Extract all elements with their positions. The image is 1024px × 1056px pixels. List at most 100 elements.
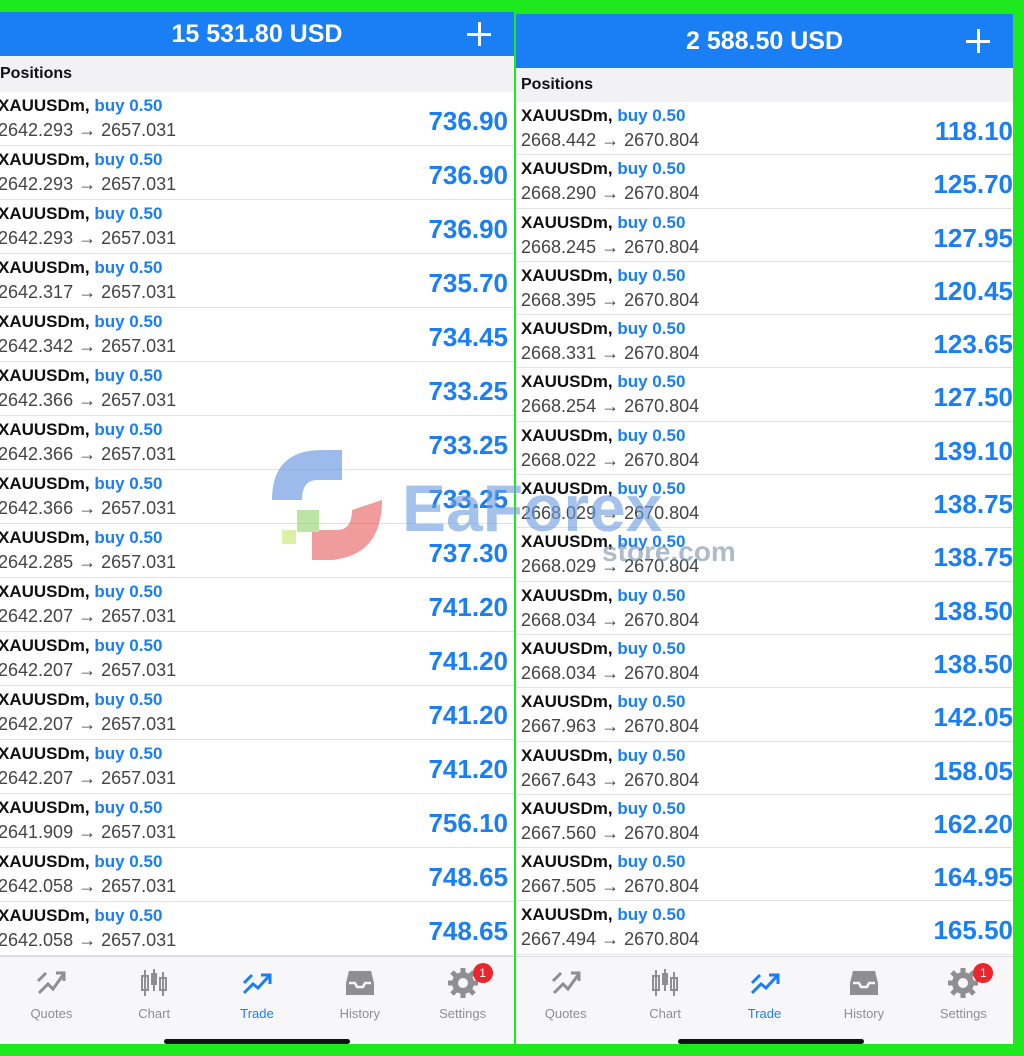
position-symbol: XAUUSDm <box>0 852 85 871</box>
position-prices: 2667.505 → 2670.804 <box>521 876 700 897</box>
position-direction: buy 0.50 <box>617 798 686 818</box>
position-row[interactable]: XAUUSDm, buy 0.50 2667.494 → 2670.804 165.… <box>516 901 1013 955</box>
position-title: XAUUSDm, buy 0.50 <box>521 852 685 872</box>
separator: , <box>607 212 618 232</box>
position-title: XAUUSDm, buy 0.50 <box>0 96 162 116</box>
position-row[interactable]: XAUUSDm, buy 0.50 2642.207 → 2657.031 741.… <box>0 578 514 632</box>
position-row[interactable]: XAUUSDm, buy 0.50 2668.029 → 2670.804 138.… <box>516 475 1013 529</box>
position-row[interactable]: XAUUSDm, buy 0.50 2642.317 → 2657.031 735.… <box>0 254 514 308</box>
position-profit: 741.20 <box>428 700 508 730</box>
position-title: XAUUSDm, buy 0.50 <box>521 532 685 552</box>
position-title: XAUUSDm, buy 0.50 <box>521 639 685 659</box>
position-profit: 127.95 <box>933 222 1013 253</box>
position-row[interactable]: XAUUSDm, buy 0.50 2642.293 → 2657.031 736.… <box>0 200 514 254</box>
position-row[interactable]: XAUUSDm, buy 0.50 2642.366 → 2657.031 733.… <box>0 362 514 416</box>
tab-chart[interactable]: Chart <box>615 957 714 1044</box>
position-title: XAUUSDm, buy 0.50 <box>521 372 685 392</box>
tab-quotes[interactable]: Quotes <box>0 957 103 1044</box>
positions-list: XAUUSDm, buy 0.50 2668.442 → 2670.804 118.… <box>516 102 1013 955</box>
tab-trade[interactable]: Trade <box>206 957 309 1044</box>
position-profit: 120.45 <box>933 275 1013 306</box>
tab-trade[interactable]: Trade <box>715 957 814 1044</box>
position-symbol: XAUUSDm <box>0 528 85 547</box>
separator: , <box>84 204 95 223</box>
tab-history[interactable]: History <box>308 957 411 1044</box>
balance-label: 15 531.80 USD <box>171 19 343 48</box>
position-title: XAUUSDm, buy 0.50 <box>521 692 685 712</box>
separator: , <box>607 159 618 179</box>
account-header: 15 531.80 USD <box>0 12 514 56</box>
position-profit: 164.95 <box>933 862 1013 893</box>
position-row[interactable]: XAUUSDm, buy 0.50 2642.293 → 2657.031 736.… <box>0 92 514 146</box>
position-symbol: XAUUSDm <box>0 366 85 385</box>
position-row[interactable]: XAUUSDm, buy 0.50 2642.285 → 2657.031 737.… <box>0 524 514 578</box>
position-symbol: XAUUSDm <box>521 798 608 818</box>
position-direction: buy 0.50 <box>94 636 163 655</box>
position-row[interactable]: XAUUSDm, buy 0.50 2667.560 → 2670.804 162.… <box>516 795 1013 849</box>
trade-icon <box>240 967 274 1006</box>
position-row[interactable]: XAUUSDm, buy 0.50 2641.909 → 2657.031 756.… <box>0 794 514 848</box>
position-title: XAUUSDm, buy 0.50 <box>0 906 162 926</box>
position-row[interactable]: XAUUSDm, buy 0.50 2642.207 → 2657.031 741.… <box>0 740 514 794</box>
separator: , <box>607 479 618 499</box>
position-prices: 2668.254 → 2670.804 <box>521 396 700 417</box>
position-row[interactable]: XAUUSDm, buy 0.50 2668.442 → 2670.804 118.… <box>516 102 1013 156</box>
position-symbol: XAUUSDm <box>521 532 608 552</box>
position-profit: 142.05 <box>933 702 1013 733</box>
position-prices: 2668.331 → 2670.804 <box>521 343 700 364</box>
position-row[interactable]: XAUUSDm, buy 0.50 2667.963 → 2670.804 142.… <box>516 688 1013 742</box>
position-prices: 2641.909 → 2657.031 <box>0 822 177 842</box>
tab-settings[interactable]: Settings 1 <box>411 957 514 1044</box>
plus-icon[interactable] <box>466 21 492 47</box>
tab-label: Quotes <box>544 1006 587 1021</box>
position-symbol: XAUUSDm <box>521 159 608 179</box>
separator: , <box>84 150 95 169</box>
position-row[interactable]: XAUUSDm, buy 0.50 2668.254 → 2670.804 127.… <box>516 368 1013 422</box>
position-row[interactable]: XAUUSDm, buy 0.50 2668.034 → 2670.804 138.… <box>516 635 1013 689</box>
tab-label: Chart <box>138 1006 171 1021</box>
separator: , <box>84 96 95 115</box>
separator: , <box>84 474 95 493</box>
position-row[interactable]: XAUUSDm, buy 0.50 2642.293 → 2657.031 736.… <box>0 146 514 200</box>
position-title: XAUUSDm, buy 0.50 <box>521 479 685 499</box>
plus-icon[interactable] <box>965 28 991 54</box>
position-direction: buy 0.50 <box>617 852 686 872</box>
position-row[interactable]: XAUUSDm, buy 0.50 2642.366 → 2657.031 733.… <box>0 416 514 470</box>
position-row[interactable]: XAUUSDm, buy 0.50 2667.643 → 2670.804 158.… <box>516 742 1013 795</box>
position-row[interactable]: XAUUSDm, buy 0.50 2668.029 → 2670.804 138.… <box>516 528 1013 582</box>
position-direction: buy 0.50 <box>94 474 163 493</box>
position-title: XAUUSDm, buy 0.50 <box>521 426 685 446</box>
position-row[interactable]: XAUUSDm, buy 0.50 2668.395 → 2670.804 120.… <box>516 262 1013 316</box>
position-row[interactable]: XAUUSDm, buy 0.50 2642.058 → 2657.031 748.… <box>0 848 514 902</box>
position-row[interactable]: XAUUSDm, buy 0.50 2642.342 → 2657.031 734.… <box>0 308 514 362</box>
separator: , <box>607 265 618 285</box>
position-title: XAUUSDm, buy 0.50 <box>0 798 162 818</box>
position-title: XAUUSDm, buy 0.50 <box>521 746 685 766</box>
position-title: XAUUSDm, buy 0.50 <box>521 319 685 339</box>
position-row[interactable]: XAUUSDm, buy 0.50 2668.331 → 2670.804 123.… <box>516 315 1013 369</box>
home-indicator <box>678 1039 864 1044</box>
position-row[interactable]: XAUUSDm, buy 0.50 2642.366 → 2657.031 733.… <box>0 470 514 524</box>
tab-history[interactable]: History <box>814 957 913 1044</box>
position-row[interactable]: XAUUSDm, buy 0.50 2642.207 → 2657.031 741.… <box>0 632 514 686</box>
position-prices: 2668.034 → 2670.804 <box>521 609 700 630</box>
position-profit: 737.30 <box>428 538 508 568</box>
tab-chart[interactable]: Chart <box>103 957 206 1044</box>
position-direction: buy 0.50 <box>94 528 163 547</box>
separator: , <box>607 319 618 339</box>
position-row[interactable]: XAUUSDm, buy 0.50 2668.290 → 2670.804 125.… <box>516 155 1013 209</box>
position-title: XAUUSDm, buy 0.50 <box>0 150 162 170</box>
position-row[interactable]: XAUUSDm, buy 0.50 2668.022 → 2670.804 139.… <box>516 422 1013 476</box>
position-profit: 736.90 <box>428 160 508 190</box>
position-row[interactable]: XAUUSDm, buy 0.50 2668.245 → 2670.804 127.… <box>516 209 1013 262</box>
separator: , <box>84 528 95 547</box>
tab-settings[interactable]: Settings 1 <box>914 957 1013 1044</box>
position-row[interactable]: XAUUSDm, buy 0.50 2668.034 → 2670.804 138.… <box>516 582 1013 635</box>
position-row[interactable]: XAUUSDm, buy 0.50 2642.058 → 2657.031 748.… <box>0 902 514 956</box>
position-row[interactable]: XAUUSDm, buy 0.50 2667.505 → 2670.804 164.… <box>516 848 1013 902</box>
position-row[interactable]: XAUUSDm, buy 0.50 2642.207 → 2657.031 741.… <box>0 686 514 740</box>
separator: , <box>84 852 95 871</box>
tab-label: History <box>843 1006 885 1021</box>
position-symbol: XAUUSDm <box>0 690 85 709</box>
tab-quotes[interactable]: Quotes <box>516 957 615 1044</box>
